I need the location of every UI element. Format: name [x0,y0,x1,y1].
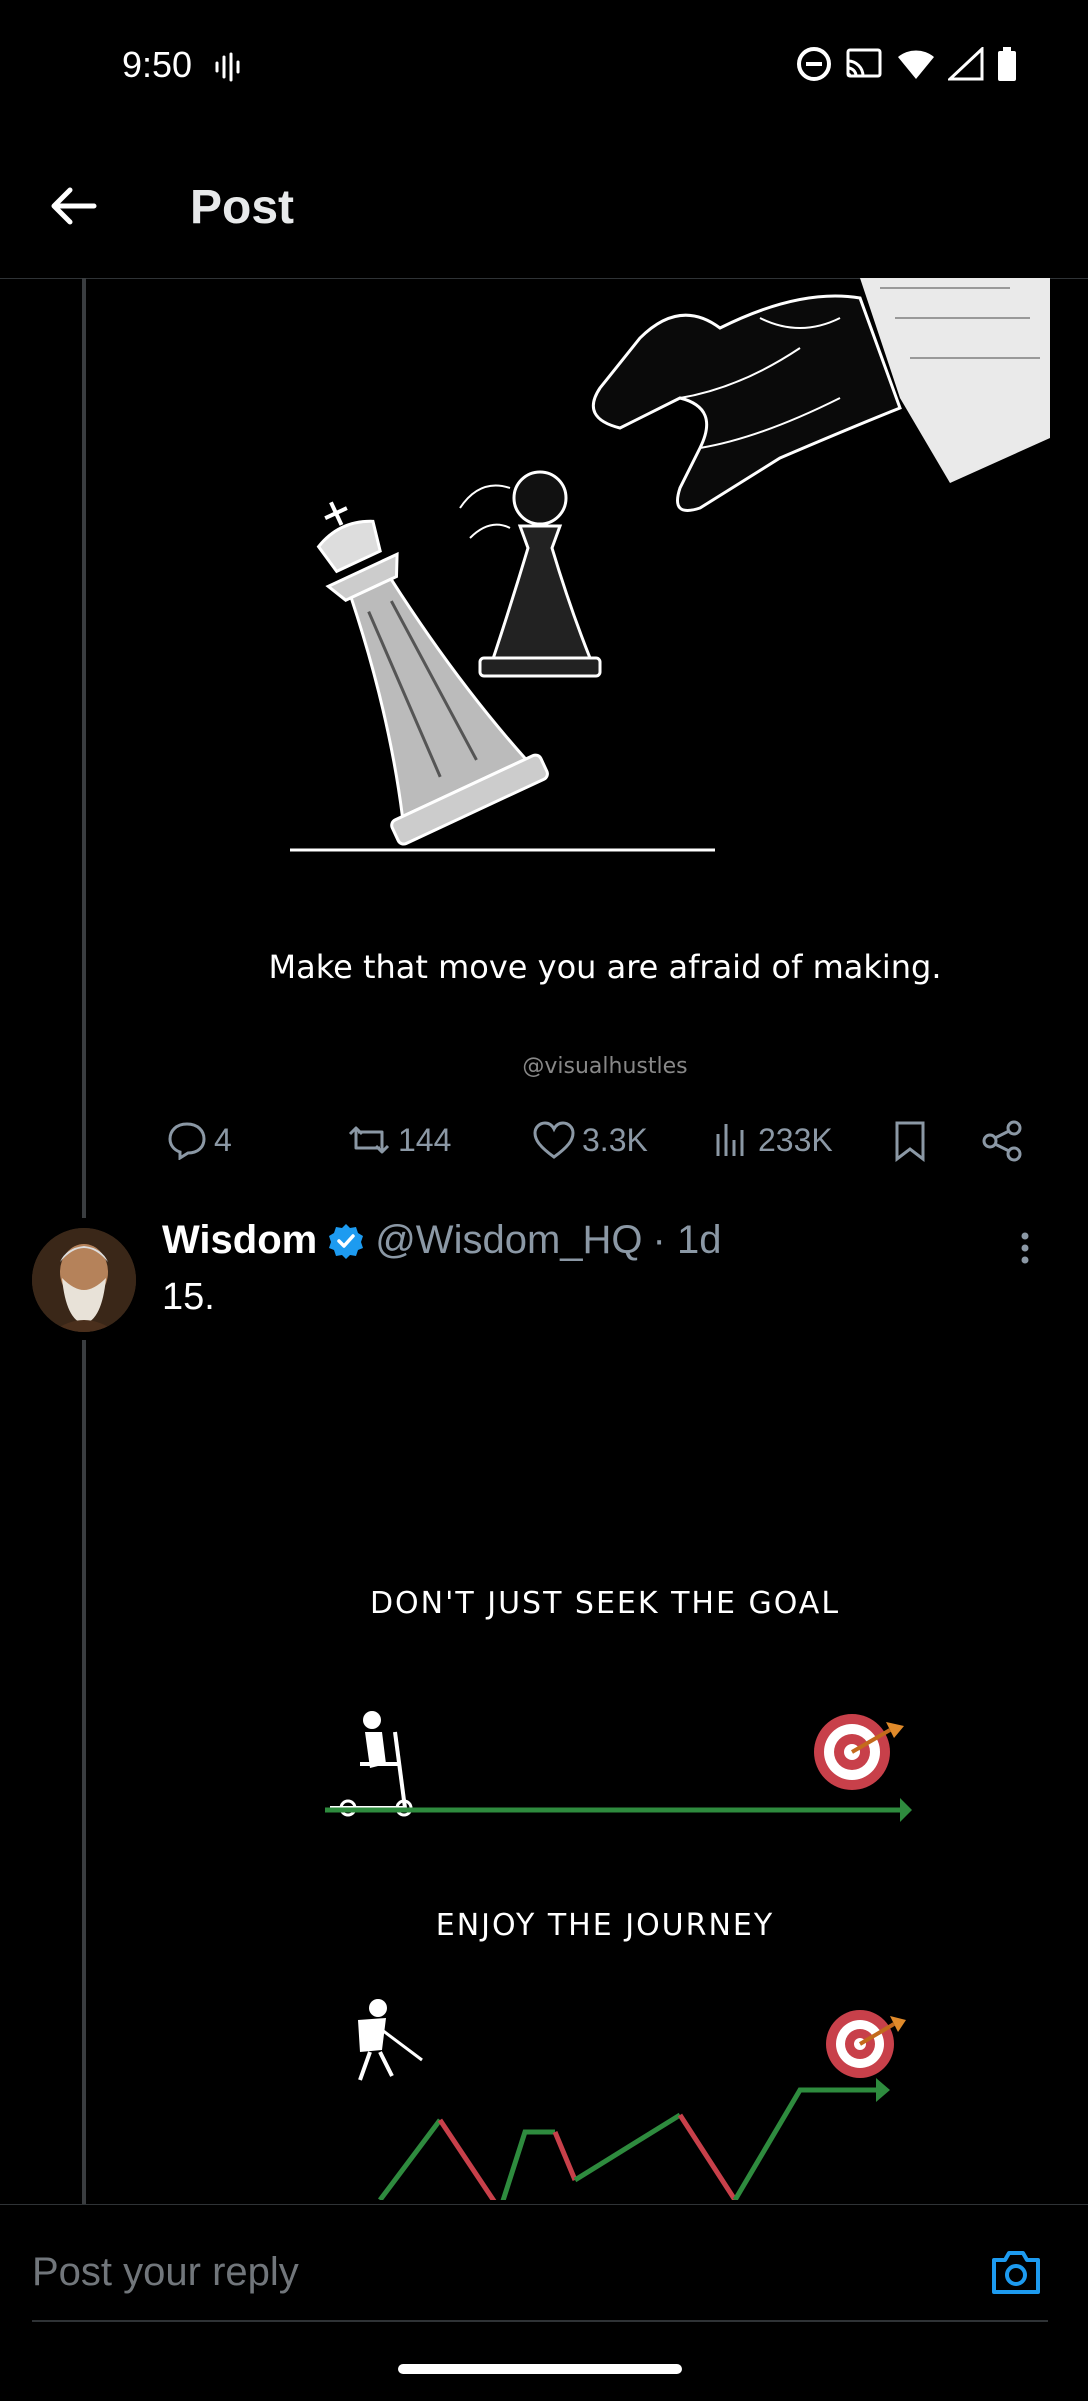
repost-count: 144 [398,1121,452,1158]
reply-count: 4 [214,1121,232,1158]
views-chart-icon [716,1124,744,1156]
status-time: 9:50 [122,44,193,85]
verified-badge-icon [329,1223,364,1259]
views-button[interactable]: 233K [712,1120,833,1160]
author-handle[interactable]: @Wisdom_HQ [375,1218,642,1263]
image-credit: @visualhustles [522,1054,688,1079]
signal-icon [948,47,984,81]
post-time: · 1d [652,1218,722,1262]
reply-input[interactable]: Post your reply [32,2250,299,2295]
wifi-icon [898,50,934,79]
post-actions: 4 144 3.3K 233K [160,1120,1040,1180]
share-icon [982,1120,1022,1162]
dnd-icon [797,47,831,81]
top-app-bar [0,150,1088,279]
reply-icon [168,1122,206,1160]
chess-illustration [290,278,1050,852]
back-button[interactable] [44,178,104,234]
author-name[interactable]: Wisdom [162,1218,317,1263]
like-count: 3.3K [582,1121,648,1158]
cast-icon [846,48,882,78]
avatar[interactable] [32,1228,136,1332]
home-indicator[interactable] [398,2364,682,2374]
page-title: Post [190,181,295,234]
thread-line [82,278,86,1218]
post-image-journey[interactable]: DON'T JUST SEEK THE GOAL ENJOY THE JOURN… [160,1360,1050,2200]
status-icons [796,46,1018,82]
image-caption: Make that move you are afraid of making. [268,948,942,986]
post-header: Wisdom @Wisdom_HQ · 1d [162,1218,721,1263]
battery-icon [998,47,1016,81]
share-button[interactable] [980,1120,1024,1162]
journey-illustration [325,1711,912,2200]
heart-icon [533,1121,575,1159]
bookmark-icon [895,1121,925,1162]
repost-icon [348,1126,390,1154]
bookmark-button[interactable] [892,1120,928,1162]
more-options-button[interactable] [1010,1228,1040,1268]
reply-button[interactable]: 4 [166,1120,232,1160]
reply-input-underline [32,2320,1048,2322]
views-count: 233K [758,1121,833,1158]
voice-icon [214,52,242,87]
camera-icon [992,2251,1040,2294]
thread-line-lower [82,1340,86,2204]
like-button[interactable]: 3.3K [532,1120,648,1160]
more-vertical-icon [1021,1232,1029,1264]
post-text: 15. [162,1276,215,1318]
camera-button[interactable] [990,2248,1042,2296]
arrow-left-icon [51,187,97,225]
repost-button[interactable]: 144 [346,1120,451,1160]
